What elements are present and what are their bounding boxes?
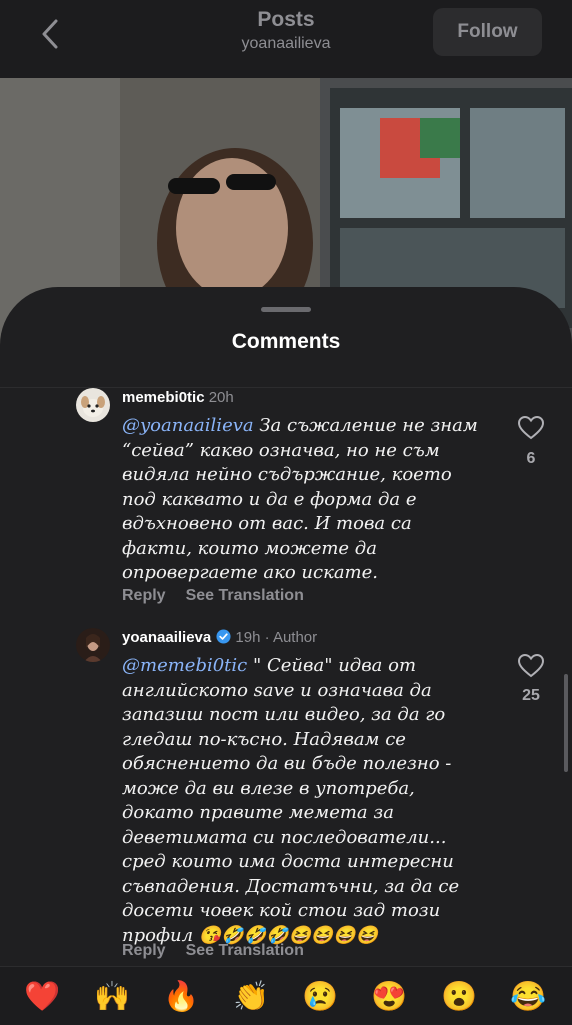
emoji-laughing-button[interactable]: 😂 [510, 979, 546, 1015]
avatar[interactable] [76, 388, 110, 422]
profile-avatar-image [76, 628, 110, 662]
scrollbar[interactable] [564, 674, 568, 772]
comment-line: запазиш пост или видео, за да го [122, 704, 446, 725]
comment-line: под каквато и да е форма да е [122, 488, 417, 510]
comment-line: досети човек кой стои зад този [122, 900, 441, 921]
comment-actions: Reply See Translation [122, 587, 324, 605]
author-tag: · Author [264, 629, 318, 646]
like-count: 25 [522, 687, 540, 704]
comment-actions: Reply See Translation [122, 942, 324, 960]
comments-title: Comments [231, 330, 341, 353]
comment-time: 20h [208, 389, 234, 406]
emoji-heart-button[interactable]: ❤️ [24, 979, 60, 1015]
emoji-surprised-button[interactable]: 😮 [441, 979, 477, 1015]
see-translation-button[interactable]: See Translation [186, 587, 304, 604]
comment-username[interactable]: memebi0tic [122, 389, 205, 406]
dog-avatar-image [76, 388, 110, 422]
comment-line: гледаш по-късно. Надявам се [122, 728, 406, 750]
emoji-raised-hands-button[interactable]: 🙌 [94, 979, 130, 1015]
heart-outline-icon[interactable] [518, 416, 544, 440]
comment-line: факти, които можете да [122, 537, 377, 559]
emoji-fire-button[interactable]: 🔥 [163, 979, 199, 1015]
comment-meta: memebi0tic 20h [122, 388, 234, 408]
comment-line: английското save и означава да [122, 679, 432, 701]
emoji-heart-eyes-button[interactable]: 😍 [371, 979, 407, 1015]
comment-line: деветимата си последователи... [122, 826, 447, 848]
verified-badge-icon [216, 629, 231, 644]
comment-time: 19h [235, 629, 261, 646]
comment-meta: yoanaailieva 19h · Author [122, 628, 317, 648]
reply-button[interactable]: Reply [122, 587, 166, 604]
see-translation-button[interactable]: See Translation [186, 942, 304, 959]
comment-line: видяла нейно съдържание, което [122, 464, 452, 485]
comment-line: сред които има доста интересни [122, 851, 454, 872]
reply-button[interactable]: Reply [122, 942, 166, 959]
divider [0, 387, 572, 388]
heart-outline-icon[interactable] [518, 654, 544, 678]
comment-line: може да ви влезе в употреба, [122, 777, 415, 799]
comment-line: вдъхновено от вас. И това са [122, 513, 412, 534]
comment-line: " Сейва" идва от [247, 655, 417, 676]
comment-username[interactable]: yoanaailieva [122, 629, 211, 646]
mention-link[interactable]: @yoanaailieva [122, 415, 254, 436]
follow-button[interactable]: Follow [433, 8, 542, 56]
comment-line: обяснението да ви бъде полезно - [122, 753, 452, 774]
comment-line: “сейва” какво означва, но не съм [122, 439, 440, 461]
comment-line: съвпадения. Достатъчни, за да се [122, 875, 460, 897]
emoji-reaction-bar: ❤️ 🙌 🔥 👏 😢 😍 😮 😂 [0, 966, 572, 1025]
like-count: 6 [526, 450, 536, 467]
comment-line: докато правите мемета за [122, 802, 394, 823]
mention-link[interactable]: @memebi0tic [122, 655, 247, 676]
emoji-crying-button[interactable]: 😢 [302, 979, 338, 1015]
top-bar: Posts yoanaailieva Follow [0, 0, 572, 78]
comment-text: @memebi0tic " Сейва" идва от английското… [122, 654, 502, 948]
drag-handle[interactable] [261, 307, 311, 312]
emoji-clap-button[interactable]: 👏 [233, 979, 269, 1015]
comment-line: опровергаете ако искате. [122, 562, 378, 583]
comment-text: @yoanaailieva За съжаление не знам “сейв… [122, 414, 502, 586]
avatar[interactable] [76, 628, 110, 662]
comment-line: За съжаление не знам [253, 415, 478, 436]
